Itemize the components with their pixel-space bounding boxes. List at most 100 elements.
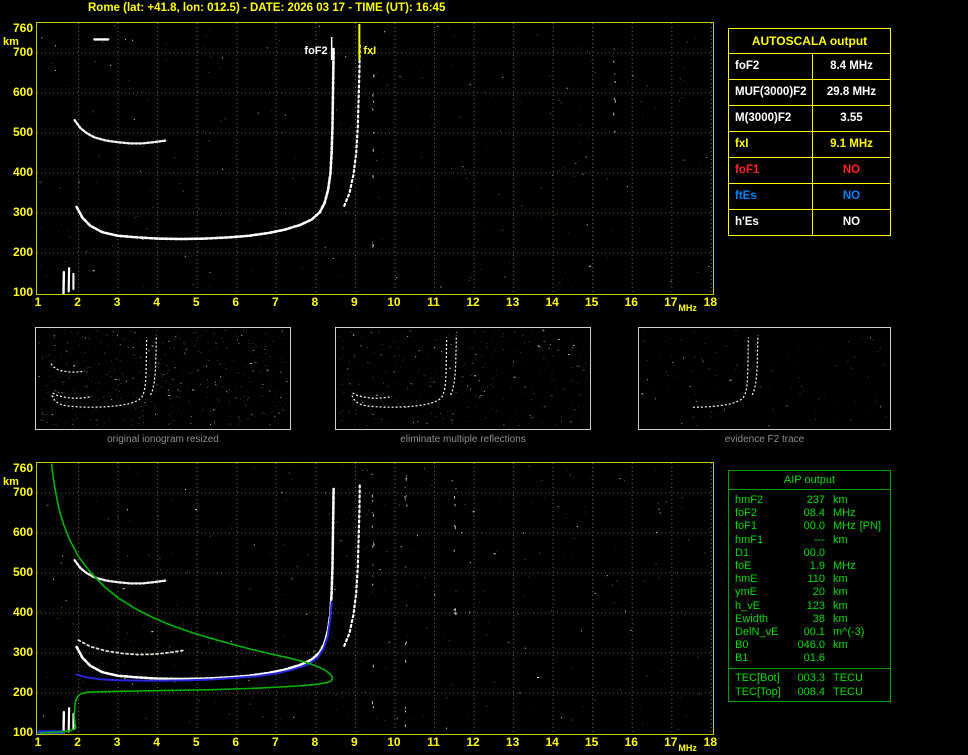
thumb-original-ionogram [35, 327, 291, 430]
svg-top-y-unit: km [3, 36, 19, 48]
svg-top-ytick-400: 400 [12, 165, 33, 179]
aip-row-hmE: hmE 110 km [735, 573, 890, 586]
aip-value: 003.3 [797, 672, 825, 685]
svg-bot-y-unit: km [3, 476, 19, 488]
thumb-eliminate-reflections [335, 327, 591, 430]
trace-xmode [343, 481, 361, 647]
aip-param: hmF1 [735, 533, 764, 546]
svg-bot-xtick-1: 1 [34, 735, 42, 749]
noise-speckle [43, 473, 661, 729]
autoscala-param: MUF(3000)F2 [729, 80, 813, 105]
svg-bot-xtick-18: 18 [703, 735, 718, 749]
aip-unit: km [833, 533, 848, 546]
autoscala-param: foF2 [729, 54, 813, 79]
svg-bot-ytick-760: 760 [12, 461, 33, 475]
thumb-trace-hop2 [50, 363, 85, 373]
aip-row-foF1: foF1 00.0 MHz [PN] [735, 520, 890, 533]
autoscala-value: 9.1 MHz [830, 138, 873, 150]
noise-speckle [643, 330, 885, 427]
aip-param: foF2 [735, 507, 758, 520]
aip-unit: km [833, 494, 848, 506]
aip-row-h_vE: h_vE 123 km [735, 600, 890, 613]
autoscala-row-foF2: foF2 8.4 MHz [729, 54, 890, 80]
aip-value: --- [814, 533, 825, 546]
noise-column [371, 494, 375, 709]
svg-top-xtick-3: 3 [113, 295, 121, 309]
svg-bot-xtick-8: 8 [311, 735, 319, 749]
autoscala-value: 8.4 MHz [830, 60, 873, 72]
thumb-evidence-f2 [638, 327, 891, 430]
svg-top-xtick-1: 1 [34, 295, 42, 309]
profile-ionogram-plot [36, 462, 714, 735]
aip-param: foF1 [735, 520, 758, 533]
aip-row-hmF2: hmF2 237 km [735, 494, 890, 507]
thumb-evidence-canvas [641, 330, 887, 427]
aip-param: DelN_vE [735, 625, 779, 638]
svg-top-ytick-500: 500 [12, 125, 33, 139]
aip-param: ymE [735, 586, 757, 599]
svg-top-xtick-15: 15 [585, 295, 599, 309]
noise-speckle [643, 331, 887, 426]
aip-row-TEC[Bot]: TEC[Bot] 003.3 TECU [735, 672, 890, 685]
aip-value: 00.1 [803, 625, 825, 638]
autoscala-value: NO [842, 190, 861, 202]
aip-tec-divider [729, 668, 890, 670]
svg-bot-ytick-300: 300 [12, 645, 33, 659]
aip-unit: km [833, 612, 848, 625]
aip-value: 1.9 [809, 559, 825, 572]
autoscala-row-ftEs: ftEs NO [729, 184, 890, 210]
thumb-trace-multiple2 [352, 392, 393, 399]
thumb-caption-original: original ionogram resized [107, 434, 219, 445]
trace-xmode [343, 41, 361, 207]
aip-value: 123 [806, 599, 825, 612]
noise-speckle [641, 337, 882, 424]
aip-table-rows: hmF2 237 km foF2 08.4 MHz foF1 00.0 MHz [PN] hmF1-… [729, 490, 890, 699]
aip-unit: TECU [833, 685, 863, 698]
aip-value: 00.0 [803, 546, 825, 559]
svg-bot-xtick-10: 10 [387, 735, 401, 749]
marker-label-fxI: fxI [363, 45, 376, 57]
aip-row-foF2: foF2 08.4 MHz [735, 507, 890, 520]
autoscala-value: NO [842, 216, 861, 228]
trace-f2 [75, 47, 335, 241]
aip-param: D1 [735, 546, 750, 559]
svg-top-xtick-13: 13 [505, 295, 520, 309]
noise-speckle [38, 330, 285, 426]
svg-top-xtick-6: 6 [232, 295, 240, 309]
svg-top-xtick-8: 8 [311, 295, 319, 309]
svg-bot-xtick-16: 16 [624, 735, 638, 749]
aip-unit: m^(-3) [833, 625, 865, 638]
aip-row-ymE: ymE 20 km [735, 586, 890, 599]
svg-bot-xtick-14: 14 [545, 735, 559, 749]
noise-speckle [39, 465, 706, 731]
autoscala-param: h'Es [729, 210, 813, 235]
svg-bot-xtick-15: 15 [585, 735, 599, 749]
trace-blue [75, 600, 333, 682]
aip-unit: km [833, 586, 848, 599]
aip-value: 00.0 [803, 520, 825, 533]
svg-bot-xtick-12: 12 [466, 735, 480, 749]
svg-top-xtick-7: 7 [271, 295, 279, 309]
autoscala-row-fxI: fxI 9.1 MHz [729, 132, 890, 158]
trace-hop2 [73, 558, 167, 585]
aip-output-table: AIP output hmF2 237 km foF2 08.4 MHz foF1 00.0 M… [728, 470, 891, 702]
noise-column [404, 475, 408, 728]
aip-unit: km [833, 639, 848, 652]
autoscala-table-rows: foF2 8.4 MHz MUF(3000)F2 29.8 MHz M(3000)F2 3… [729, 54, 890, 235]
autoscala-value: 3.55 [840, 112, 863, 124]
noise-speckle [41, 25, 710, 288]
aip-row-hmF1: hmF1 --- km [735, 534, 890, 547]
aip-table-title: AIP output [729, 471, 890, 490]
aip-param: Ewidth [735, 612, 769, 625]
autoscala-value: NO [842, 164, 861, 176]
aip-unit: km [833, 599, 848, 612]
aip-param: hmF2 [735, 494, 764, 506]
aip-param: foE [735, 559, 752, 572]
aip-param: h_vE [735, 599, 761, 612]
thumb-trace-xmode [150, 335, 157, 396]
aip-row-B0: B0 046.0 km [735, 639, 890, 652]
svg-top-ytick-760: 760 [12, 21, 33, 35]
autoscala-param: foF1 [729, 158, 813, 183]
profile-ionogram-canvas [37, 463, 713, 734]
autoscala-param: fxI [729, 132, 813, 157]
